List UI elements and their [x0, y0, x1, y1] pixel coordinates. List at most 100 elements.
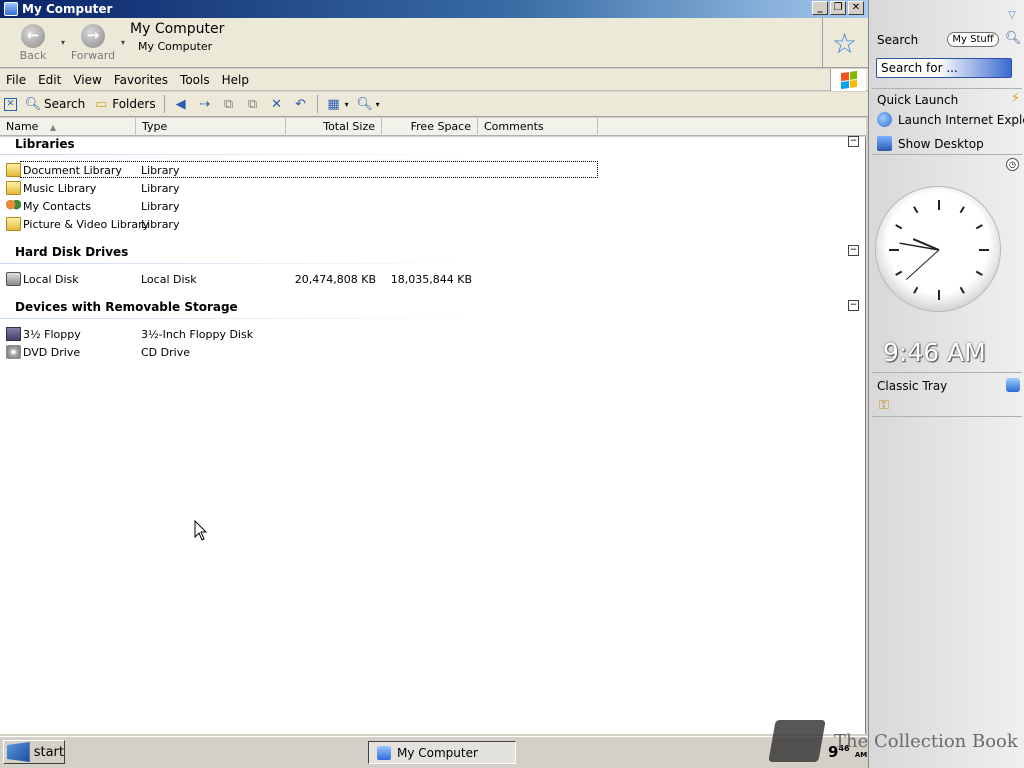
list-item[interactable]: Local Disk Local Disk 20,474,808 KB 18,0…: [0, 271, 866, 287]
start-flag-icon: [7, 742, 30, 762]
clock-tick: [959, 286, 965, 294]
column-name[interactable]: Name ▲: [0, 118, 136, 136]
menu-bar: File Edit View Favorites Tools Help: [0, 69, 868, 91]
up-button[interactable]: ◀: [169, 93, 193, 115]
forward-arrow-icon: →: [81, 24, 105, 48]
taskbar-item-my-computer[interactable]: My Computer: [368, 741, 516, 764]
back-button[interactable]: ← Back ▾: [5, 24, 65, 62]
forward-dropdown-icon[interactable]: ▾: [121, 38, 125, 47]
views-button[interactable]: ▦ ▾: [322, 93, 353, 115]
close-button[interactable]: ✕: [848, 1, 864, 15]
sidebar-search-input[interactable]: Search for ...: [876, 58, 1012, 78]
floppy-icon: [6, 327, 21, 341]
start-button[interactable]: start: [3, 740, 65, 764]
search-button[interactable]: 🔍︎ Search: [21, 93, 89, 115]
list-item[interactable]: Music Library Library: [0, 180, 866, 196]
list-item[interactable]: Picture & Video Library Library: [0, 216, 866, 232]
item-type: Library: [141, 217, 180, 231]
move-to-icon: ⇢: [199, 96, 211, 112]
internet-explorer-icon: [877, 112, 892, 127]
clock-settings-icon[interactable]: ◷: [1006, 158, 1019, 171]
favorites-star-icon[interactable]: ☆: [822, 18, 866, 68]
list-item[interactable]: 3½ Floppy 3½-Inch Floppy Disk: [0, 326, 866, 342]
collapse-hard-disks-button[interactable]: −: [848, 245, 859, 256]
sidebar-divider: [872, 154, 1022, 155]
collapse-libraries-button[interactable]: −: [848, 136, 859, 147]
windows-logo-icon: [830, 69, 866, 91]
item-name: Music Library: [23, 181, 97, 195]
restore-button[interactable]: ❐: [830, 1, 846, 15]
back-label: Back: [19, 49, 47, 62]
item-name: Local Disk: [23, 272, 79, 286]
column-comments[interactable]: Comments: [478, 118, 598, 136]
close-pane-icon: ✕: [4, 97, 17, 111]
item-type: CD Drive: [141, 345, 190, 359]
analog-clock: [875, 186, 1001, 312]
clock-tick: [959, 206, 965, 214]
window-controls: _ ❐ ✕: [812, 1, 864, 15]
sidebar-menu-dropdown-icon[interactable]: ▽: [1008, 10, 1016, 21]
location-title: My Computer: [130, 21, 225, 37]
lightning-icon[interactable]: ⚡: [1011, 91, 1020, 106]
sidebar-divider: [872, 88, 1022, 89]
move-to-button[interactable]: ⇢: [193, 93, 217, 115]
item-name: Picture & Video Library: [23, 217, 150, 231]
hard-disk-icon: [6, 272, 21, 286]
item-type: Local Disk: [141, 272, 197, 286]
show-desktop-icon: [877, 136, 892, 151]
menu-help[interactable]: Help: [216, 73, 255, 87]
column-free-space[interactable]: Free Space: [382, 118, 478, 136]
delete-button[interactable]: ✕: [265, 93, 289, 115]
group-title-hard-disks: Hard Disk Drives: [15, 245, 129, 259]
menu-view[interactable]: View: [67, 73, 107, 87]
menu-file[interactable]: File: [0, 73, 32, 87]
list-item[interactable]: My Contacts Library: [0, 198, 866, 214]
clock-tick: [975, 224, 983, 230]
start-label: start: [33, 744, 64, 760]
toolbar-separator: [163, 95, 165, 113]
my-stuff-button[interactable]: My Stuff: [947, 32, 999, 47]
search-icon: 🔍︎: [24, 96, 42, 112]
paste-button[interactable]: ⧉: [241, 93, 265, 115]
delete-x-icon: ✕: [271, 96, 283, 112]
item-type: Library: [141, 181, 180, 195]
sidebar-search-icon[interactable]: 🔍︎: [1005, 31, 1022, 46]
copy-to-icon: ⧉: [223, 96, 234, 112]
watermark: The Collection Book: [768, 720, 1018, 762]
menu-edit[interactable]: Edit: [32, 73, 67, 87]
forward-button[interactable]: → Forward ▾: [65, 24, 125, 62]
list-item[interactable]: Document Library Library: [0, 161, 866, 178]
clock-tick: [975, 270, 983, 276]
column-total-size[interactable]: Total Size: [286, 118, 382, 136]
group-divider: [0, 154, 480, 155]
minimize-button[interactable]: _: [812, 1, 828, 15]
navigation-bar: ← Back ▾ → Forward ▾ My Computer My Comp…: [0, 18, 868, 68]
undo-button[interactable]: ↶: [289, 93, 313, 115]
column-name-label: Name: [6, 120, 39, 133]
magnifier-icon: 🔍︎: [356, 96, 373, 112]
menu-tools[interactable]: Tools: [174, 73, 216, 87]
column-type[interactable]: Type: [136, 118, 286, 136]
search-button-label: Search: [44, 97, 86, 111]
search-options-button[interactable]: 🔍︎ ▾: [353, 93, 384, 115]
back-arrow-icon: ←: [21, 24, 45, 48]
clock-tick: [895, 270, 903, 276]
keys-tray-icon[interactable]: ⚿: [879, 398, 889, 413]
collapse-removable-button[interactable]: −: [848, 300, 859, 311]
digital-time: 9:46 AM: [883, 338, 986, 367]
search-options-dropdown-icon: ▾: [375, 99, 380, 109]
list-item[interactable]: DVD Drive CD Drive: [0, 344, 866, 360]
menu-favorites[interactable]: Favorites: [108, 73, 174, 87]
copy-to-button[interactable]: ⧉: [217, 93, 241, 115]
quick-launch-internet-explorer[interactable]: Launch Internet Explore: [877, 112, 1024, 127]
toolbar-separator: [316, 95, 318, 113]
window-title: My Computer: [22, 2, 113, 16]
classic-tray-icon[interactable]: [1006, 378, 1020, 392]
quick-launch-show-desktop[interactable]: Show Desktop: [877, 136, 984, 151]
folders-button[interactable]: ▭ Folders: [89, 93, 159, 115]
mouse-cursor-icon: [194, 520, 208, 541]
clock-face: [889, 200, 989, 300]
close-pane-button[interactable]: ✕: [0, 93, 21, 115]
computer-icon: [377, 745, 391, 760]
location-breadcrumb[interactable]: My Computer: [138, 40, 224, 53]
